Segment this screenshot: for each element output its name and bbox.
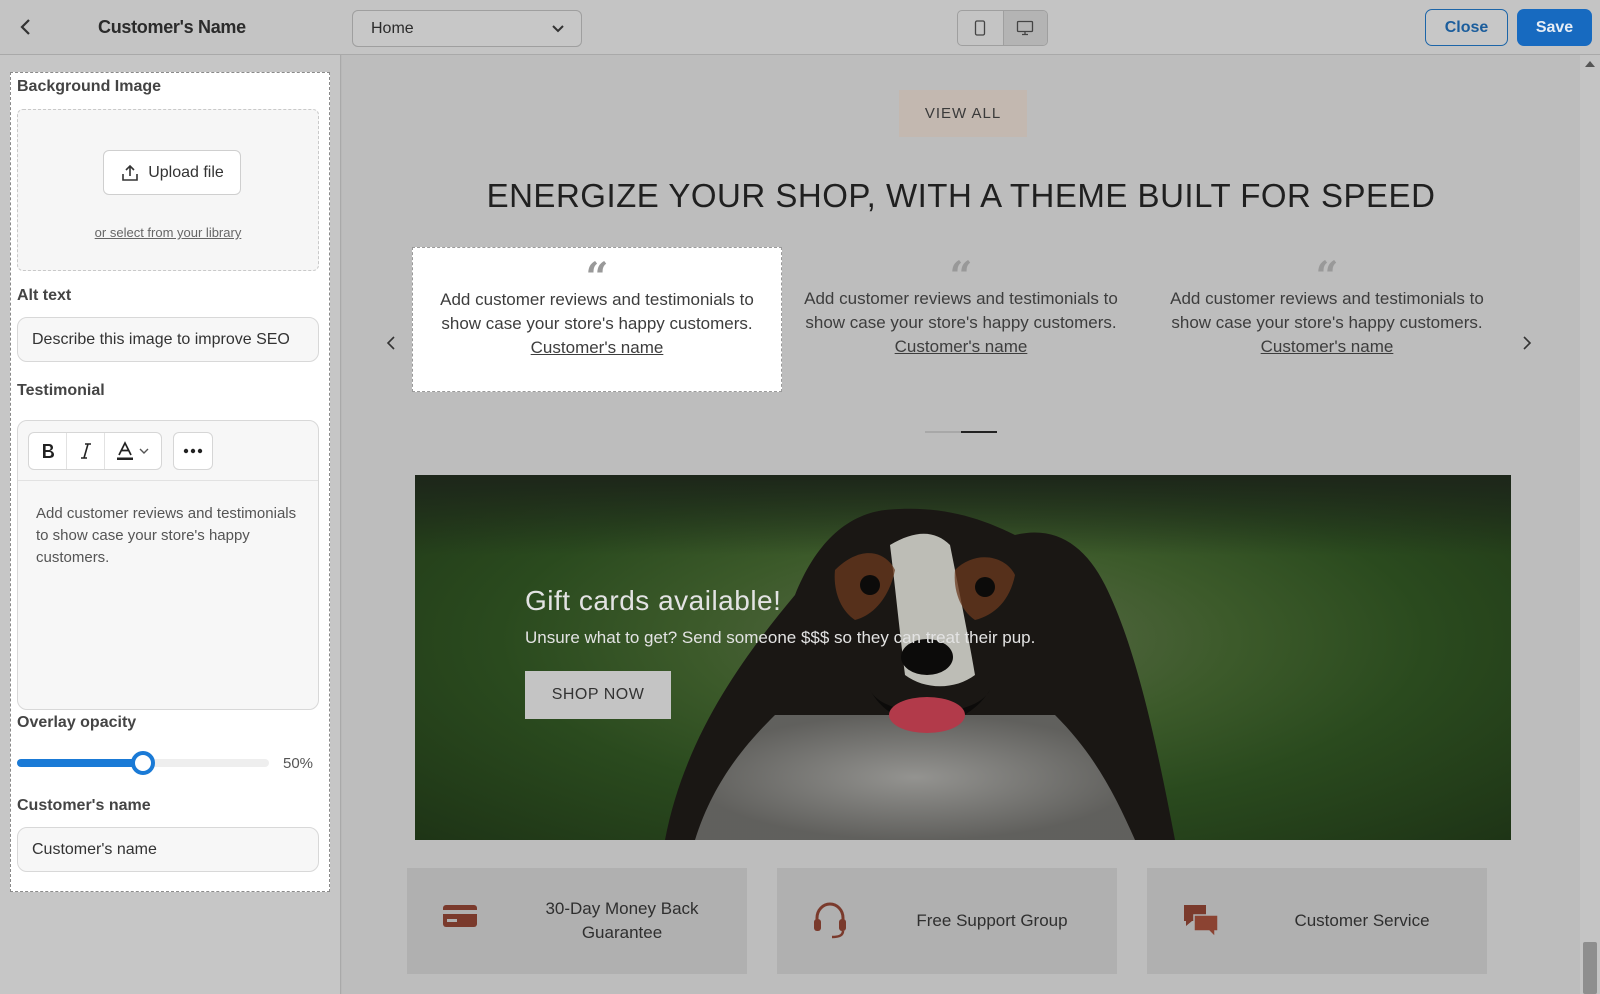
background-image-label: Background Image (17, 78, 162, 95)
overlay-opacity-slider[interactable] (17, 751, 269, 775)
alt-text-label: Alt text (17, 287, 72, 304)
testimonial-editor: Add customer reviews and testimonials to… (17, 420, 319, 710)
page-preview: VIEW ALL ENERGIZE YOUR SHOP, WITH A THEM… (342, 55, 1580, 994)
customer-name-label: Customer's name (17, 797, 151, 814)
mobile-icon (975, 20, 986, 36)
overlay-opacity-value: 50% (283, 755, 314, 772)
feature-label: Customer Service (1294, 911, 1430, 930)
overlay-opacity-label: Overlay opacity (17, 714, 137, 731)
alt-text-input[interactable]: Describe this image to improve SEO (17, 317, 319, 362)
upload-file-label: Upload file (148, 163, 224, 181)
testimonial-author: Customer's name (1260, 337, 1394, 356)
feature-label: 30-Day Money Back Guarantee (545, 899, 699, 942)
page-select-value: Home (371, 20, 414, 37)
slider-fill (17, 759, 143, 767)
quote-icon: “ (585, 254, 609, 301)
desktop-icon (1017, 20, 1034, 36)
testimonial-card[interactable]: “ Add customer reviews and testimonials … (776, 247, 1146, 392)
editor-toolbar (18, 421, 318, 481)
testimonial-label: Testimonial (17, 382, 105, 399)
banner-subtitle: Unsure what to get? Send someone $$$ so … (525, 628, 1036, 647)
carousel-pagination (925, 431, 997, 433)
testimonial-author: Customer's name (530, 338, 664, 357)
pagination-dot-active[interactable] (961, 431, 997, 433)
scroll-thumb[interactable] (1583, 942, 1597, 994)
testimonial-card[interactable]: “ Add customer reviews and testimonials … (412, 247, 782, 392)
more-options-button[interactable] (173, 432, 213, 470)
more-horizontal-icon (183, 448, 203, 454)
close-button[interactable]: Close (1425, 9, 1508, 46)
bold-button[interactable] (29, 433, 67, 469)
text-color-icon (117, 441, 149, 460)
testimonial-author: Customer's name (894, 337, 1028, 356)
mobile-view-button[interactable] (958, 11, 1003, 45)
back-button[interactable] (14, 14, 36, 40)
shop-now-button[interactable]: SHOP NOW (525, 671, 671, 719)
feature-label: Free Support Group (916, 911, 1068, 930)
credit-card-icon (443, 905, 477, 927)
view-all-button[interactable]: VIEW ALL (899, 90, 1027, 137)
customer-name-input[interactable]: Customer's name (17, 827, 319, 872)
bold-icon (42, 444, 54, 458)
feature-card: 30-Day Money Back Guarantee (407, 868, 747, 974)
desktop-view-button[interactable] (1002, 11, 1047, 45)
scroll-up-arrow[interactable] (1585, 61, 1595, 67)
testimonial-text: Add customer reviews and testimonials to… (804, 289, 1118, 332)
chat-bubbles-icon (1184, 905, 1219, 939)
feature-card: Free Support Group (777, 868, 1117, 974)
pagination-dot[interactable] (925, 431, 961, 433)
chevron-right-icon (1523, 336, 1532, 350)
page-title: Customer's Name (98, 17, 246, 37)
italic-icon (80, 443, 91, 459)
chevron-left-icon (386, 336, 395, 350)
testimonial-text: Add customer reviews and testimonials to… (1170, 289, 1484, 332)
upload-icon (122, 164, 138, 181)
text-color-button[interactable] (105, 433, 161, 469)
slider-thumb[interactable] (131, 751, 155, 775)
chevron-down-icon (552, 25, 564, 33)
device-toggle (957, 10, 1048, 46)
gift-card-banner: Gift cards available! Unsure what to get… (415, 475, 1511, 840)
preview-scrollbar[interactable] (1580, 55, 1600, 994)
headset-icon (814, 902, 846, 939)
carousel-prev-button[interactable] (386, 331, 396, 357)
testimonial-text-area[interactable]: Add customer reviews and testimonials to… (36, 503, 306, 569)
settings-panel: Background Image Upload file or select f… (10, 72, 330, 892)
select-from-library-link[interactable]: or select from your library (18, 225, 318, 240)
top-bar: Customer's Name Home Close Save (0, 0, 1600, 55)
format-button-group (28, 432, 162, 470)
carousel-next-button[interactable] (1522, 331, 1532, 357)
banner-title: Gift cards available! (525, 585, 782, 616)
dog-image (665, 508, 1175, 840)
upload-file-button[interactable]: Upload file (103, 150, 241, 195)
image-dropzone[interactable]: Upload file or select from your library (17, 109, 319, 271)
page-select[interactable]: Home (352, 10, 582, 47)
feature-card: Customer Service (1147, 868, 1487, 974)
save-button[interactable]: Save (1517, 9, 1592, 46)
quote-icon: “ (1315, 253, 1339, 300)
chevron-left-icon (20, 19, 30, 35)
testimonial-text: Add customer reviews and testimonials to… (440, 290, 754, 333)
italic-button[interactable] (67, 433, 105, 469)
quote-icon: “ (949, 253, 973, 300)
testimonial-card[interactable]: “ Add customer reviews and testimonials … (1142, 247, 1512, 392)
section-heading: ENERGIZE YOUR SHOP, WITH A THEME BUILT F… (486, 177, 1436, 214)
